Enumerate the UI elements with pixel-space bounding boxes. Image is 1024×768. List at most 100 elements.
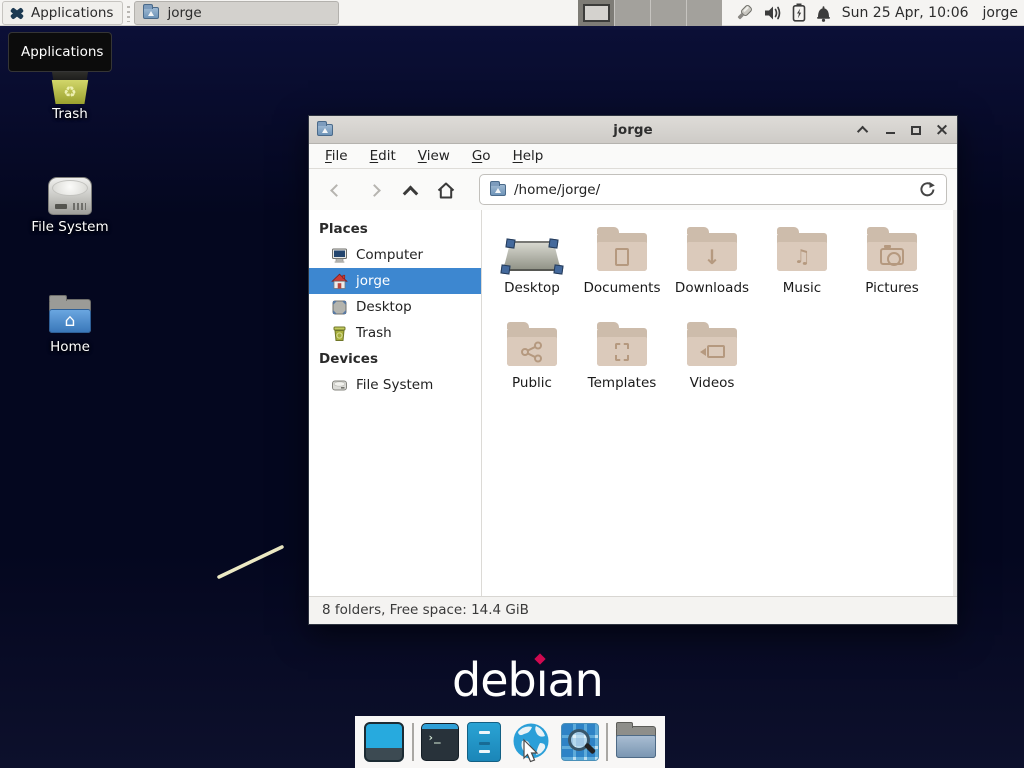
dock-panel: ›_ [355,716,665,768]
close-button[interactable]: × [935,123,949,137]
file-item-music[interactable]: ♫ Music [757,218,847,313]
home-button[interactable] [433,177,459,203]
workspace-4[interactable] [686,0,722,26]
path-text[interactable]: /home/jorge/ [514,182,911,198]
stray-line [212,540,292,586]
sidebar-item-jorge[interactable]: jorge [309,268,481,294]
applications-tooltip: Applications [8,32,112,72]
file-item-videos[interactable]: Videos [667,313,757,408]
folder-documents-icon [597,233,647,271]
taskbar-button-label: jorge [167,5,201,21]
up-button[interactable] [397,177,423,203]
dock-separator [606,723,608,761]
file-item-label: Music [783,280,821,296]
file-item-label: Desktop [504,280,560,296]
file-item-label: Documents [584,280,661,296]
panel-clock[interactable]: Sun 25 Apr, 10:06 [842,5,969,21]
desktop-icon-label: Home [0,339,140,355]
debian-logo: debıan [452,653,603,707]
window-titlebar[interactable]: jorge × [309,116,957,144]
hard-drive-icon [47,173,93,219]
toolbar: /home/jorge/ [309,169,957,210]
sidebar-item-label: Desktop [356,299,412,315]
menu-edit[interactable]: Edit [359,144,407,168]
file-item-label: Pictures [865,280,918,296]
terminal-icon[interactable]: ›_ [421,723,459,761]
plug-icon[interactable] [734,3,754,23]
shade-button[interactable] [857,123,871,137]
desktop-icon-label: Trash [0,106,140,122]
desktop-surface-icon [503,241,561,271]
menubar: File Edit View Go Help [309,144,957,169]
workspace-1[interactable] [578,0,614,26]
file-list-view[interactable]: Desktop Documents ↓ Downloads ♫ Music [482,210,957,596]
file-item-downloads[interactable]: ↓ Downloads [667,218,757,313]
sidebar-item-label: jorge [356,273,390,289]
folder-videos-icon [687,328,737,366]
sidebar-item-label: File System [356,377,433,393]
folder-music-icon: ♫ [777,233,827,271]
folder-pictures-icon [867,233,917,271]
home-folder-icon: ⌂ [46,293,94,339]
file-item-templates[interactable]: Templates [577,313,667,408]
file-manager-icon[interactable] [467,722,501,762]
file-item-documents[interactable]: Documents [577,218,667,313]
reload-icon[interactable] [919,181,936,198]
minimize-button[interactable] [883,123,897,137]
sidebar-header-places: Places [309,216,481,242]
share-glyph [520,341,544,363]
desktop-icon-home[interactable]: ⌂ Home [0,293,140,355]
desktop-icon [331,299,348,316]
sidebar-item-label: Computer [356,247,423,263]
applications-menu-label: Applications [31,5,113,21]
file-item-label: Public [512,375,552,391]
sidebar-item-file-system[interactable]: File System [309,372,481,398]
directory-menu-icon[interactable] [616,726,656,758]
house-icon [331,273,348,290]
applications-menu-button[interactable]: Applications [2,1,123,25]
sidebar-item-desktop[interactable]: Desktop [309,294,481,320]
file-item-desktop[interactable]: Desktop [487,218,577,313]
scrollbar-track[interactable] [953,210,957,596]
show-desktop-icon[interactable] [364,722,404,762]
computer-icon [331,247,348,264]
desktop-icon-file-system[interactable]: File System [0,173,140,235]
folder-icon [490,184,506,196]
file-item-public[interactable]: Public [487,313,577,408]
menu-view[interactable]: View [407,144,461,168]
application-finder-icon[interactable] [561,723,599,761]
file-item-label: Videos [690,375,735,391]
sidebar-item-trash[interactable]: Trash [309,320,481,346]
folder-templates-icon [597,328,647,366]
folder-icon [143,7,159,19]
workspace-3[interactable] [650,0,686,26]
panel-separator-handle [125,4,132,22]
folder-downloads-icon: ↓ [687,233,737,271]
file-item-pictures[interactable]: Pictures [847,218,937,313]
taskbar-button[interactable]: jorge [134,1,339,25]
web-browser-icon[interactable] [509,720,553,764]
workspace-switcher[interactable] [578,0,722,26]
statusbar: 8 folders, Free space: 14.4 GiB [309,596,957,624]
menu-help[interactable]: Help [502,144,555,168]
home-icon [436,181,456,200]
menu-go[interactable]: Go [461,144,502,168]
workspace-1-active-window [583,4,610,22]
file-item-label: Templates [588,375,657,391]
notifications-bell-icon[interactable] [815,4,832,22]
battery-icon[interactable] [792,3,806,22]
sidebar-item-label: Trash [356,325,392,341]
volume-icon[interactable] [763,4,783,22]
forward-button[interactable] [361,177,387,203]
desktop-icon-label: File System [0,219,140,235]
trash-icon [331,325,348,342]
menu-file[interactable]: File [314,144,359,168]
panel-user-menu[interactable]: jorge [983,5,1018,21]
file-manager-window: jorge × File Edit View Go Help [308,115,958,625]
sidebar-item-computer[interactable]: Computer [309,242,481,268]
path-entry[interactable]: /home/jorge/ [479,174,947,205]
xfce-logo-icon [9,5,25,21]
workspace-2[interactable] [614,0,650,26]
maximize-button[interactable] [909,123,923,137]
back-button[interactable] [323,177,349,203]
